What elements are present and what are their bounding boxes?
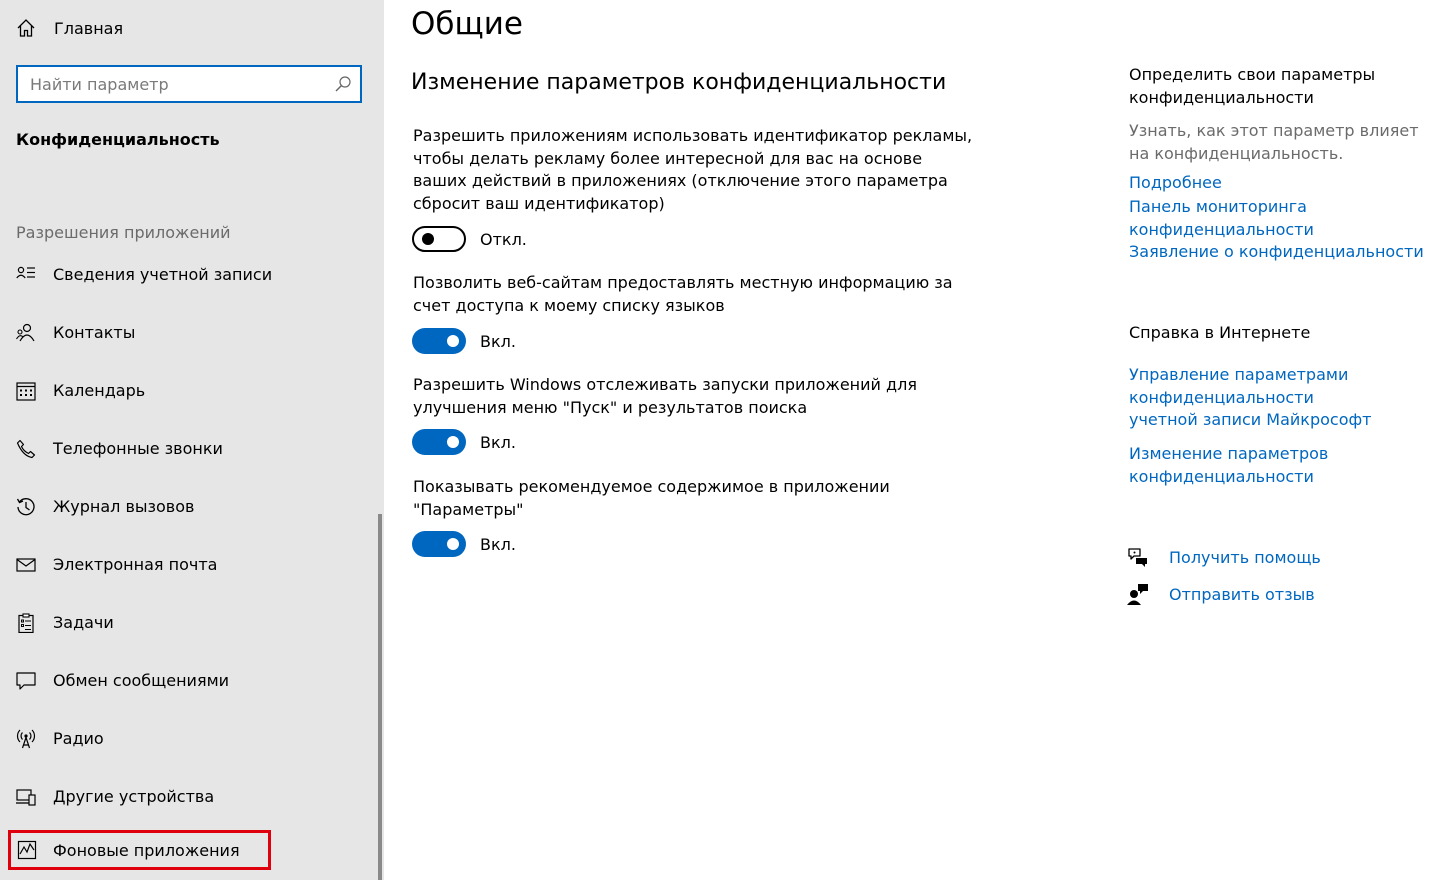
sidebar-item-label: Задачи: [53, 613, 114, 632]
sidebar-item-background-apps[interactable]: Фоновые приложения: [8, 830, 271, 870]
sidebar-item-label: Обмен сообщениями: [53, 671, 230, 690]
app-launch-tracking-toggle-row[interactable]: Вкл.: [412, 429, 516, 455]
home-nav-item[interactable]: Главная: [16, 14, 123, 42]
advertising-id-toggle-row[interactable]: Откл.: [412, 226, 527, 252]
sidebar-item-messaging[interactable]: Обмен сообщениями: [8, 661, 368, 701]
sidebar-item-label: Фоновые приложения: [53, 841, 240, 860]
phone-icon: [16, 439, 36, 459]
privacy-statement-link[interactable]: Заявление о конфиденциальности: [1129, 241, 1429, 264]
sidebar: Главная Конфиденциальность Разрешения пр…: [0, 0, 384, 880]
manage-microsoft-account-privacy-link[interactable]: Управление параметрами конфиденциальност…: [1129, 364, 1379, 432]
mail-icon: [16, 558, 36, 572]
toggle-knob: [422, 233, 434, 245]
sidebar-item-label: Журнал вызовов: [53, 497, 195, 516]
suggested-content-toggle[interactable]: [412, 531, 466, 557]
toggle-state-label: Вкл.: [480, 331, 516, 351]
devices-icon: [16, 789, 36, 806]
sidebar-item-contacts[interactable]: Контакты: [8, 313, 368, 353]
toggle-knob: [447, 436, 459, 448]
toggle-state-label: Вкл.: [480, 432, 516, 452]
sidebar-item-label: Радио: [53, 729, 104, 748]
send-feedback-icon: [1127, 584, 1148, 605]
sidebar-item-radio[interactable]: Радио: [8, 719, 368, 759]
sidebar-item-tasks[interactable]: Задачи: [8, 603, 368, 643]
send-feedback-link[interactable]: Отправить отзыв: [1169, 585, 1315, 604]
change-privacy-settings-link[interactable]: Изменение параметров конфиденциальности: [1129, 443, 1379, 488]
radio-icon: [16, 729, 36, 749]
learn-more-link[interactable]: Подробнее: [1129, 172, 1429, 195]
sidebar-item-label: Электронная почта: [53, 555, 218, 574]
sidebar-item-email[interactable]: Электронная почта: [8, 545, 368, 585]
send-feedback-row[interactable]: Отправить отзыв: [1127, 582, 1315, 606]
toggle-state-label: Откл.: [480, 229, 527, 249]
tasks-icon: [18, 613, 34, 633]
suggested-content-toggle-row[interactable]: Вкл.: [412, 531, 516, 557]
toggle-knob: [447, 335, 459, 347]
sidebar-item-calendar[interactable]: Календарь: [8, 371, 368, 411]
sidebar-item-account-info[interactable]: Сведения учетной записи: [8, 255, 368, 295]
know-your-privacy-title: Определить свои параметры конфиденциальн…: [1129, 65, 1376, 107]
search-icon[interactable]: [334, 75, 352, 93]
sidebar-scrollbar[interactable]: [378, 514, 382, 880]
app-launch-tracking-toggle[interactable]: [412, 429, 466, 455]
setting-app-launch-tracking-description: Разрешить Windows отслеживать запуски пр…: [413, 375, 917, 417]
sidebar-item-label: Контакты: [53, 323, 136, 342]
messaging-icon: [16, 672, 36, 690]
search-input[interactable]: [18, 67, 330, 101]
advertising-id-toggle[interactable]: [412, 226, 466, 252]
background-apps-icon: [17, 840, 37, 860]
toggle-knob: [447, 538, 459, 550]
section-title: Конфиденциальность: [16, 130, 220, 149]
home-label: Главная: [54, 18, 124, 38]
group-title: Разрешения приложений: [16, 223, 231, 242]
setting-language-list-description: Позволить веб-сайтам предоставлять местн…: [413, 273, 953, 315]
sidebar-item-call-history[interactable]: Журнал вызовов: [8, 487, 368, 527]
sidebar-item-label: Сведения учетной записи: [53, 265, 273, 284]
contacts-icon: [16, 323, 35, 342]
account-info-icon: [16, 266, 35, 279]
call-history-icon: [16, 498, 35, 516]
sidebar-item-label: Другие устройства: [53, 787, 215, 806]
language-list-toggle[interactable]: [412, 328, 466, 354]
get-help-row[interactable]: Получить помощь: [1127, 545, 1321, 569]
search-box: [16, 65, 362, 103]
sidebar-item-phone-calls[interactable]: Телефонные звонки: [8, 429, 368, 469]
web-help-title: Справка в Интернете: [1129, 323, 1311, 342]
get-help-link[interactable]: Получить помощь: [1169, 548, 1321, 567]
get-help-icon: [1128, 548, 1147, 567]
calendar-icon: [16, 382, 36, 401]
language-list-toggle-row[interactable]: Вкл.: [412, 328, 516, 354]
sidebar-item-other-devices[interactable]: Другие устройства: [8, 777, 368, 817]
setting-suggested-content-description: Показывать рекомендуемое содержимое в пр…: [413, 477, 890, 519]
sidebar-item-label: Календарь: [53, 381, 146, 400]
home-icon: [17, 19, 35, 37]
privacy-dashboard-link[interactable]: Панель мониторинга конфиденциальности: [1129, 196, 1429, 241]
setting-advertising-id-description: Разрешить приложениям использовать идент…: [413, 126, 973, 213]
toggle-state-label: Вкл.: [480, 534, 516, 554]
privacy-subheading: Изменение параметров конфиденциальности: [411, 70, 947, 95]
sidebar-item-label: Телефонные звонки: [53, 439, 223, 458]
know-your-privacy-description: Узнать, как этот параметр влияет на конф…: [1129, 121, 1419, 163]
page-title: Общие: [411, 6, 523, 42]
